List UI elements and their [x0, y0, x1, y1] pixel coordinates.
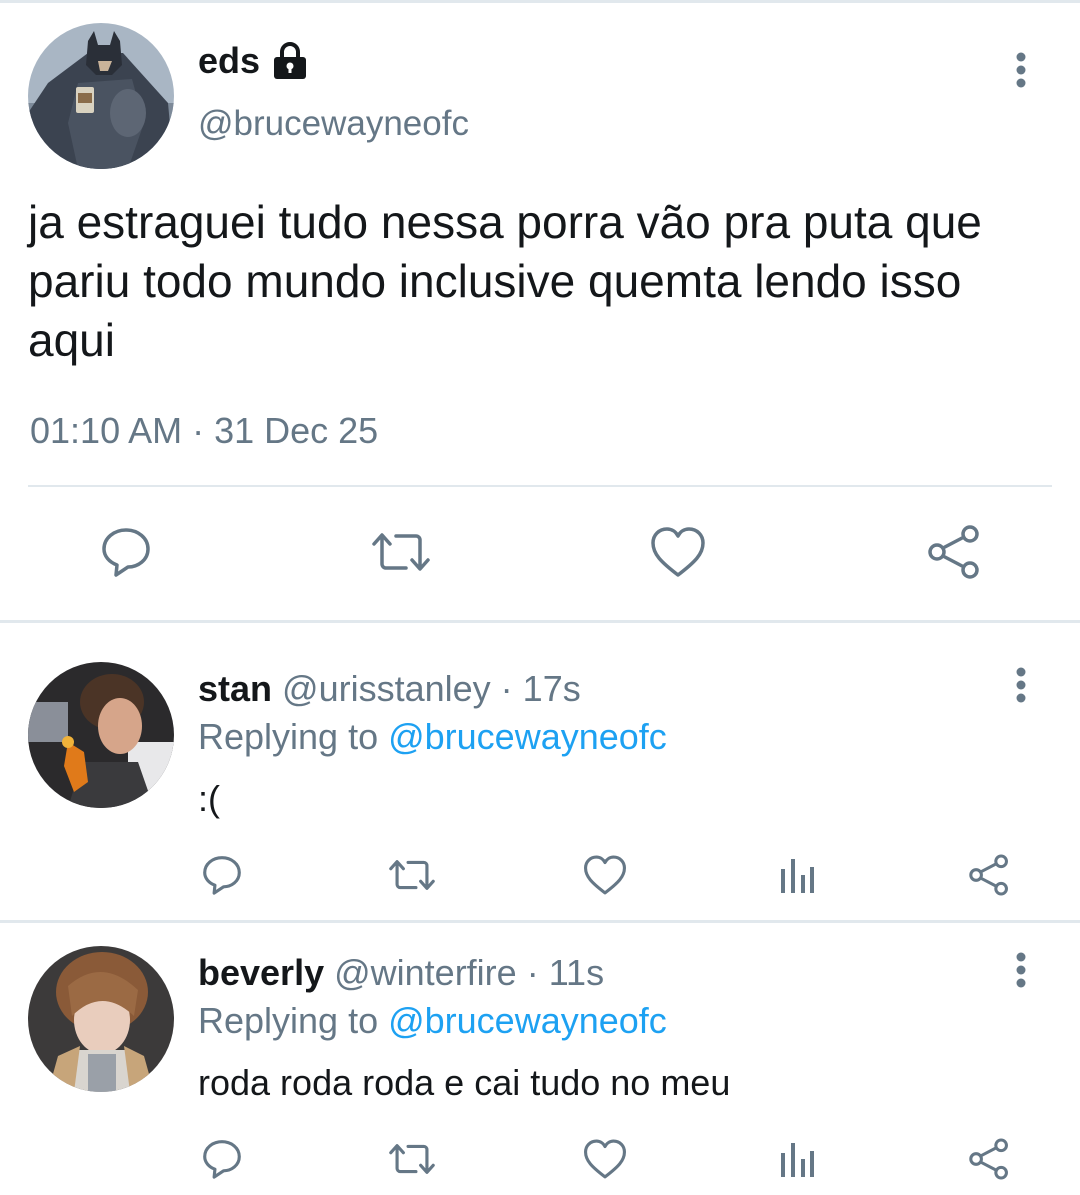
reply-button[interactable] [96, 522, 156, 582]
reply-author-name[interactable]: stan [198, 668, 272, 709]
more-vertical-icon[interactable] [1011, 952, 1031, 992]
reply-icon [102, 528, 150, 577]
replying-mention[interactable]: @brucewayneofc [388, 716, 667, 757]
reply-avatar[interactable] [28, 946, 174, 1092]
retweet-button[interactable] [368, 522, 434, 582]
heart-icon [584, 855, 626, 895]
separator: · [490, 668, 523, 709]
section-divider [0, 920, 1080, 923]
retweet-icon [389, 1144, 435, 1174]
replying-to: Replying to @brucewayneofc [198, 716, 667, 758]
share-icon [928, 525, 979, 579]
share-button[interactable] [966, 1136, 1012, 1182]
share-button[interactable] [966, 852, 1012, 898]
tweet-timestamp: 01:10 AM · 31 Dec 25 [30, 410, 379, 451]
reply-author-handle[interactable]: @urisstanley [282, 668, 491, 709]
analytics-button[interactable] [774, 1136, 820, 1182]
analytics-icon [781, 859, 814, 893]
share-button[interactable] [924, 522, 984, 582]
reply-author-handle[interactable]: @winterfire [334, 952, 517, 993]
replying-to: Replying to @brucewayneofc [198, 1000, 667, 1042]
retweet-button[interactable] [385, 852, 439, 898]
reply-header: beverly @winterfire · 11s [198, 952, 604, 994]
analytics-button[interactable] [774, 852, 820, 898]
more-vertical-icon[interactable] [1011, 667, 1031, 707]
reply-time: 17s [522, 668, 581, 709]
analytics-icon [781, 1143, 814, 1177]
like-button[interactable] [582, 1136, 628, 1182]
main-tweet: eds @brucewayneofc ja estraguei tudo nes… [0, 0, 1080, 622]
reply-text: roda roda roda e cai tudo no meu [198, 1062, 731, 1103]
retweet-icon [389, 860, 435, 890]
reply-time: 11s [548, 952, 605, 993]
heart-icon [651, 527, 705, 577]
share-icon [969, 1138, 1008, 1180]
author-name[interactable]: eds [198, 40, 260, 82]
author-avatar[interactable] [28, 23, 174, 169]
like-button[interactable] [648, 522, 708, 582]
retweet-icon [372, 533, 430, 571]
reply-icon [203, 856, 241, 895]
reply-avatar[interactable] [28, 662, 174, 808]
like-button[interactable] [582, 852, 628, 898]
section-divider [0, 620, 1080, 623]
reply-author-name[interactable]: beverly [198, 952, 324, 993]
replying-mention[interactable]: @brucewayneofc [388, 1000, 667, 1041]
replying-prefix: Replying to [198, 716, 389, 757]
reply-button[interactable] [199, 852, 245, 898]
reply-text: :( [198, 778, 220, 819]
tweet-text: ja estraguei tudo nessa porra vão pra pu… [28, 196, 982, 366]
share-icon [969, 854, 1008, 896]
author-handle[interactable]: @brucewayneofc [198, 104, 469, 144]
heart-icon [584, 1139, 626, 1179]
more-vertical-icon[interactable] [1011, 52, 1031, 92]
retweet-button[interactable] [385, 1136, 439, 1182]
timestamp-divider [28, 485, 1052, 487]
separator: · [516, 952, 549, 993]
reply-button[interactable] [199, 1136, 245, 1182]
author-name-row: eds [198, 40, 308, 82]
lock-icon [272, 41, 308, 81]
replying-prefix: Replying to [198, 1000, 389, 1041]
reply-icon [203, 1140, 241, 1179]
reply-header: stan @urisstanley · 17s [198, 668, 581, 710]
